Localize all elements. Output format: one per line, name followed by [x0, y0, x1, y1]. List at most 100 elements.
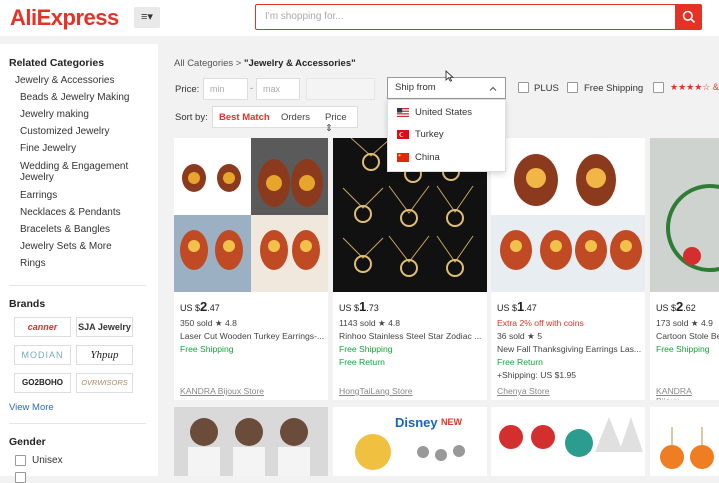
sidebar-category[interactable]: Wedding & Engagement: [20, 161, 128, 172]
ship-option-china[interactable]: China: [397, 149, 440, 167]
brand-logo[interactable]: Yhpup: [76, 345, 133, 365]
free-shipping-label: Free Shipping: [584, 83, 644, 94]
promo-tag: Extra 2% off with coins: [497, 318, 584, 328]
free-return-tag: Free Return: [497, 357, 543, 367]
store-link[interactable]: KANDRA Bijoux Store: [180, 386, 264, 396]
product-image: [174, 407, 328, 476]
breadcrumb-separator: >: [235, 58, 242, 69]
free-shipping-checkbox[interactable]: [567, 82, 578, 93]
us-flag-icon: [397, 107, 409, 117]
sold-rating: 1143 sold ★ 4.8: [339, 318, 401, 328]
product-title[interactable]: Rinhoo Stainless Steel Star Zodiac ...: [339, 331, 485, 341]
china-flag-icon: [397, 152, 409, 162]
shipping-cost: +Shipping: US $1.95: [497, 370, 577, 380]
turkey-flag-icon: [397, 129, 409, 139]
view-more-link[interactable]: View More: [9, 402, 54, 413]
svg-text:Disney: Disney: [395, 415, 438, 430]
brand-logo[interactable]: SJA Jewelry: [76, 317, 133, 337]
sidebar-category[interactable]: Jewelry Sets & More: [20, 241, 112, 252]
ship-from-label: Ship from: [395, 82, 436, 93]
sort-options: Best Match Orders Price ⇕: [212, 106, 358, 134]
product-image: [174, 138, 328, 292]
sidebar-category[interactable]: Bracelets & Bangles: [20, 224, 110, 235]
gender-heading: Gender: [9, 436, 46, 448]
sidebar-category[interactable]: Jewelry: [20, 172, 54, 183]
free-shipping-tag: Free Shipping: [180, 344, 234, 354]
store-link[interactable]: KANDRA Bijoux...: [656, 386, 719, 400]
product-price: US $2.47: [180, 299, 220, 314]
search-icon: [682, 10, 696, 24]
product-card[interactable]: [491, 407, 645, 476]
ship-option-turkey[interactable]: Turkey: [397, 126, 444, 144]
category-menu-button[interactable]: ≡▾: [134, 7, 160, 28]
product-price: US $1.73: [339, 299, 379, 314]
svg-text:NEW: NEW: [441, 417, 463, 427]
free-shipping-tag: Free Shipping: [339, 344, 393, 354]
breadcrumb-current: "Jewelry & Accessories": [243, 58, 356, 69]
store-link[interactable]: Chenya Store: [497, 386, 550, 396]
plus-checkbox[interactable]: [518, 82, 529, 93]
rating-filter-stars: ★★★★☆ &: [670, 82, 719, 92]
product-image: [650, 407, 719, 476]
product-card[interactable]: [650, 407, 719, 476]
sidebar-divider: [9, 423, 146, 424]
rating-checkbox[interactable]: [653, 82, 664, 93]
gender-checkbox[interactable]: [15, 472, 26, 483]
price-dash: -: [250, 83, 254, 94]
sort-best-match[interactable]: Best Match: [219, 112, 270, 123]
sidebar-category[interactable]: Beads & Jewelry Making: [20, 92, 130, 103]
sidebar-category[interactable]: Jewelry making: [20, 109, 89, 120]
free-return-tag: Free Return: [339, 357, 385, 367]
sort-price[interactable]: Price ⇕: [325, 112, 357, 134]
price-max-input[interactable]: max: [256, 78, 300, 100]
search-button[interactable]: [675, 4, 702, 30]
product-card[interactable]: US $1.73 1143 sold ★ 4.8 Rinhoo Stainles…: [333, 138, 487, 400]
product-image: [650, 138, 719, 292]
top-bar: AliExpress ≡▾ I'm shopping for...: [0, 0, 719, 36]
sold-rating: 36 sold ★ 5: [497, 331, 542, 341]
product-image: Disney NEW: [333, 407, 487, 476]
store-link[interactable]: HongTaiLang Store: [339, 386, 413, 396]
sidebar-category[interactable]: Fine Jewelry: [20, 143, 76, 154]
free-shipping-tag: Free Shipping: [656, 344, 710, 354]
product-card[interactable]: [174, 407, 328, 476]
product-card[interactable]: Disney NEW: [333, 407, 487, 476]
breadcrumb-root[interactable]: All Categories: [174, 58, 233, 69]
price-min-input[interactable]: min: [203, 78, 248, 100]
unisex-checkbox[interactable]: [15, 455, 26, 466]
sidebar-category[interactable]: Jewelry & Accessories: [15, 75, 114, 86]
related-categories-heading: Related Categories: [9, 57, 105, 69]
product-image: [491, 138, 645, 292]
sidebar-category[interactable]: Rings: [20, 258, 46, 269]
brand-logo[interactable]: GO2BOHO: [14, 373, 71, 393]
aliexpress-logo[interactable]: AliExpress: [10, 5, 119, 31]
product-card[interactable]: US $1.47 Extra 2% off with coins 36 sold…: [491, 138, 645, 400]
ship-from-dropdown: United States Turkey China: [387, 99, 506, 172]
price-ok-button[interactable]: [306, 78, 375, 100]
chevron-up-icon: [489, 86, 497, 91]
sold-rating: 350 sold ★ 4.8: [180, 318, 237, 328]
mouse-cursor-icon: [445, 70, 454, 82]
plus-label: PLUS: [534, 83, 559, 94]
sidebar-category[interactable]: Earrings: [20, 190, 57, 201]
product-title[interactable]: New Fall Thanksgiving Earrings Las...: [497, 344, 643, 354]
sidebar-category[interactable]: Necklaces & Pendants: [20, 207, 121, 218]
sort-by-label: Sort by:: [175, 112, 208, 123]
product-card[interactable]: US $2.62 173 sold ★ 4.9 Cartoon Stole Be…: [650, 138, 719, 400]
sort-orders[interactable]: Orders: [281, 112, 310, 123]
breadcrumb: All Categories > "Jewelry & Accessories": [174, 58, 356, 69]
product-title[interactable]: Cartoon Stole Be...: [656, 331, 719, 341]
product-title[interactable]: Laser Cut Wooden Turkey Earrings-...: [180, 331, 326, 341]
sidebar-category[interactable]: Customized Jewelry: [20, 126, 109, 137]
search-input[interactable]: I'm shopping for...: [255, 4, 675, 30]
ship-option-united-states[interactable]: United States: [397, 104, 472, 122]
gender-option-label: Unisex: [32, 455, 63, 466]
brand-logo[interactable]: MODIAN: [14, 345, 71, 365]
product-price: US $1.47: [497, 299, 537, 314]
brand-logo[interactable]: canner: [14, 317, 71, 337]
product-image: [491, 407, 645, 476]
brands-heading: Brands: [9, 298, 46, 310]
brand-logo[interactable]: OVRWISORS: [76, 373, 133, 393]
price-label: Price:: [175, 84, 200, 95]
product-card[interactable]: US $2.47 350 sold ★ 4.8 Laser Cut Wooden…: [174, 138, 328, 400]
